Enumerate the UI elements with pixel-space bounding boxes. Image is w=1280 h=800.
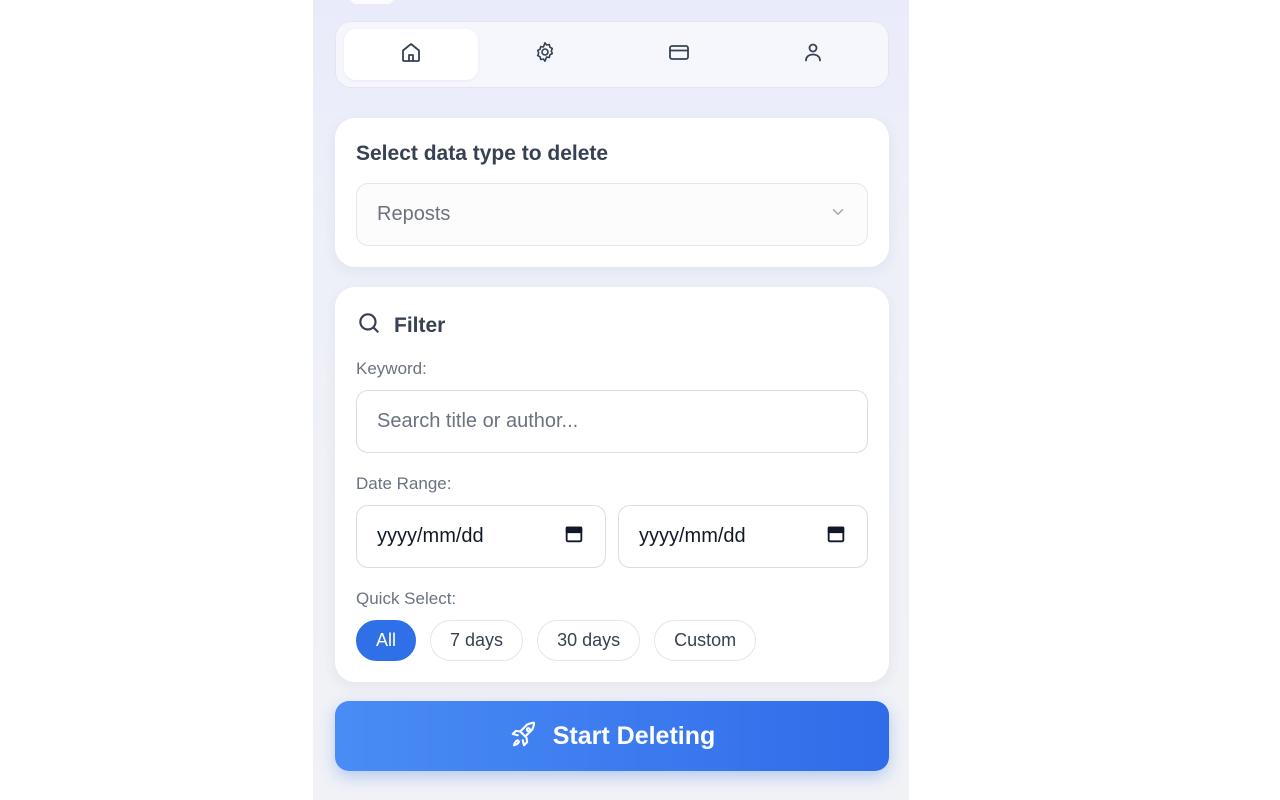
chevron-down-icon	[829, 203, 847, 226]
date-range-label: Date Range:	[356, 474, 452, 493]
calendar-icon[interactable]	[563, 523, 585, 550]
tab-billing[interactable]	[612, 29, 746, 80]
data-type-select[interactable]: Reposts	[356, 183, 868, 246]
tab-home[interactable]	[344, 29, 478, 80]
gear-icon	[533, 40, 557, 69]
filter-title: Filter	[394, 313, 446, 337]
rocket-icon	[509, 719, 539, 754]
quick-select-group: All 7 days 30 days Custom	[356, 620, 757, 661]
data-type-title: Select data type to delete	[356, 142, 609, 165]
date-end-placeholder: yyyy/mm/dd	[639, 525, 746, 547]
quick-select-label: Quick Select:	[356, 589, 457, 608]
tab-settings[interactable]	[478, 29, 612, 80]
keyword-input[interactable]	[356, 390, 868, 453]
tab-profile[interactable]	[746, 29, 880, 80]
filter-card: Filter Keyword: Date Range: yyyy/mm/dd y…	[335, 287, 889, 682]
filter-header: Filter	[356, 310, 445, 341]
data-type-card: Select data type to delete Reposts	[335, 118, 889, 267]
credit-card-icon	[667, 40, 691, 69]
home-icon	[399, 40, 423, 69]
date-start-placeholder: yyyy/mm/dd	[377, 525, 484, 547]
quick-select-30-days[interactable]: 30 days	[537, 620, 641, 661]
top-indicator	[349, 0, 395, 4]
quick-select-custom[interactable]: Custom	[654, 620, 757, 661]
start-deleting-label: Start Deleting	[552, 721, 716, 750]
data-type-selected-value: Reposts	[377, 203, 451, 225]
search-icon	[356, 310, 382, 341]
keyword-label: Keyword:	[356, 359, 427, 378]
quick-select-all[interactable]: All	[356, 620, 417, 661]
user-icon	[801, 40, 825, 69]
quick-select-7-days[interactable]: 7 days	[430, 620, 524, 661]
start-deleting-button[interactable]: Start Deleting	[335, 701, 889, 771]
calendar-icon[interactable]	[825, 523, 847, 550]
date-start-input[interactable]: yyyy/mm/dd	[356, 505, 606, 568]
tab-bar	[335, 21, 889, 88]
date-end-input[interactable]: yyyy/mm/dd	[618, 505, 868, 568]
app-panel: Select data type to delete Reposts Filte…	[313, 0, 909, 800]
